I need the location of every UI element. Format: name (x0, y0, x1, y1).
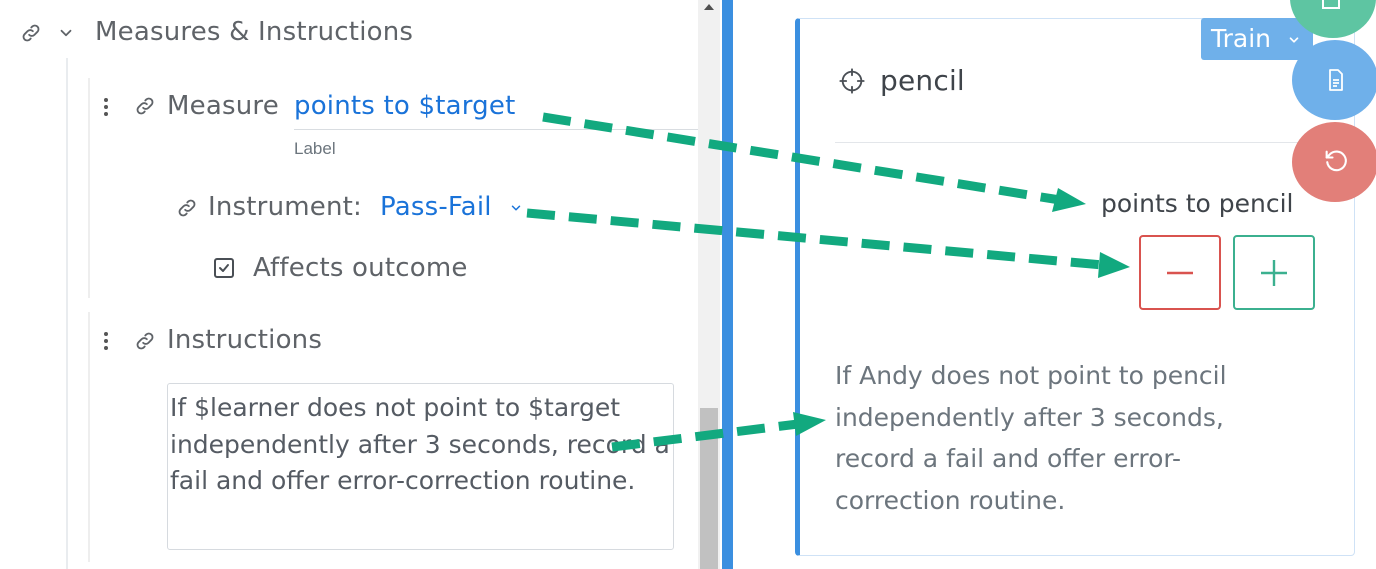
link-icon[interactable] (176, 197, 198, 223)
pane-divider[interactable] (722, 0, 733, 569)
undo-fab-button[interactable] (1292, 122, 1376, 202)
crosshair-icon (838, 67, 866, 99)
undo-icon (1325, 150, 1347, 172)
chevron-down-icon[interactable] (57, 24, 75, 46)
checkbox-checked-icon[interactable] (212, 256, 236, 284)
train-mode-label: Train (1211, 24, 1271, 53)
kebab-menu-icon[interactable] (99, 95, 113, 123)
measure-input-hint: Label (294, 139, 336, 158)
fail-minus-button[interactable] (1139, 235, 1221, 310)
instructions-textarea[interactable]: If $learner does not point to $target in… (167, 383, 674, 550)
instructions-card-edge (88, 312, 90, 562)
instrument-dropdown[interactable]: Pass-Fail (380, 192, 492, 222)
minus-icon (1167, 271, 1193, 275)
preview-instructions-text: If Andy does not point to pencil indepen… (835, 361, 1235, 515)
plus-icon (1261, 260, 1287, 286)
scroll-up-arrow-icon[interactable] (704, 4, 714, 10)
card-divider (835, 142, 1305, 143)
instrument-label: Instrument: (208, 192, 363, 222)
link-icon[interactable] (134, 95, 156, 121)
section-title[interactable]: Measures & Instructions (95, 17, 413, 47)
link-icon[interactable] (20, 22, 42, 48)
document-icon (1329, 69, 1343, 91)
affects-outcome-label[interactable]: Affects outcome (253, 253, 468, 283)
instructions-label: Instructions (167, 325, 323, 355)
preview-measure-label: points to pencil (1101, 189, 1294, 218)
save-icon (1322, 0, 1340, 9)
train-mode-dropdown[interactable]: Train (1201, 18, 1313, 60)
pass-plus-button[interactable] (1233, 235, 1315, 310)
tree-guide-line (66, 58, 68, 569)
measure-input-underline (294, 129, 704, 130)
chevron-down-icon[interactable] (509, 200, 523, 219)
link-icon[interactable] (134, 330, 156, 356)
document-fab-button[interactable] (1292, 40, 1376, 120)
target-name: pencil (880, 64, 965, 97)
kebab-menu-icon[interactable] (99, 329, 113, 357)
measure-card-edge (88, 78, 90, 298)
editor-pane: Measures & Instructions Measure points t… (0, 0, 722, 569)
chevron-down-icon (1287, 18, 1301, 60)
measure-label: Measure (167, 91, 279, 121)
measure-label-input[interactable]: points to $target (294, 91, 515, 121)
scrollbar-thumb[interactable] (700, 408, 718, 569)
